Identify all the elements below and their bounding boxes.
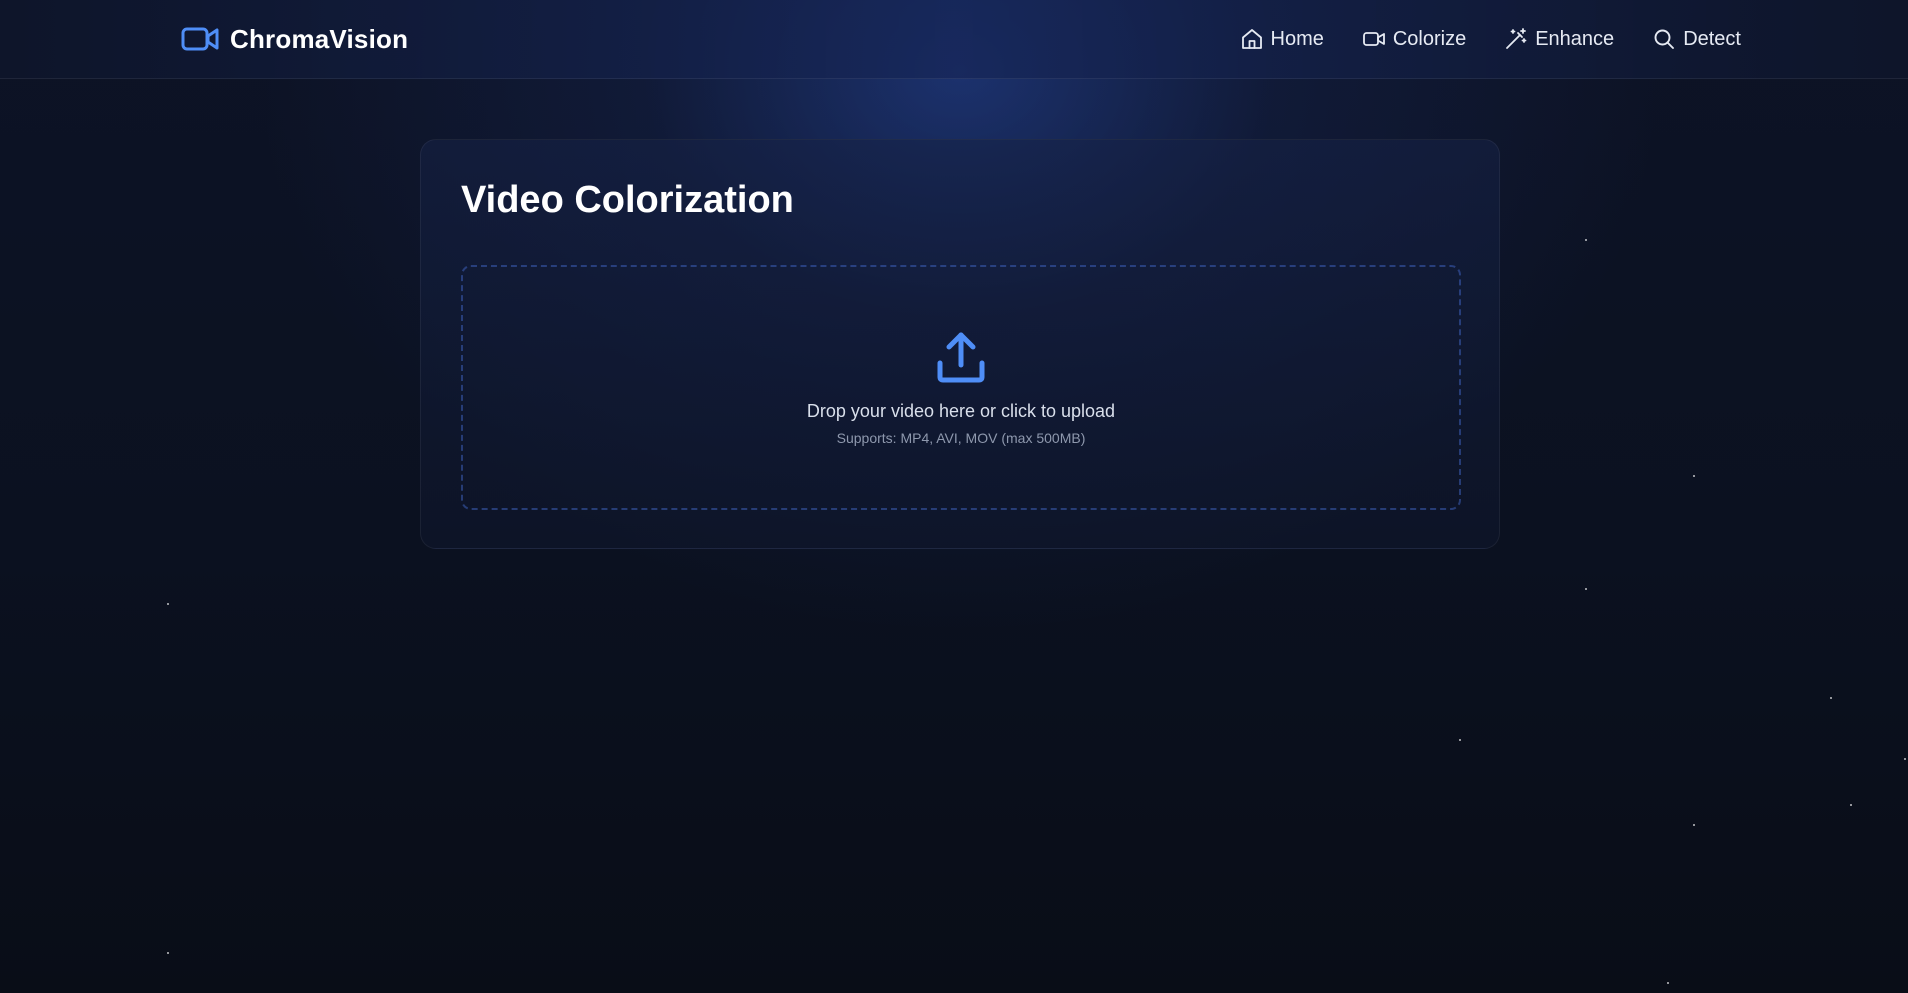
main-nav: Home Colorize Enhance Detect	[1240, 20, 1741, 58]
upload-prompt: Drop your video here or click to upload	[806, 401, 1116, 421]
search-icon	[1652, 27, 1676, 51]
home-icon	[1240, 27, 1264, 51]
video-camera-icon	[1362, 27, 1386, 51]
nav-item-label: Detect	[1683, 27, 1741, 50]
nav-item-label: Colorize	[1392, 27, 1467, 50]
nav-item-home[interactable]: Home	[1240, 27, 1324, 51]
video-upload-dropzone[interactable]: Drop your video here or click to upload …	[461, 265, 1461, 510]
nav-item-label: Enhance	[1535, 27, 1615, 50]
nav-item-detect[interactable]: Detect	[1652, 27, 1741, 51]
magic-wand-icon	[1504, 27, 1528, 51]
brand-name: ChromaVision	[230, 23, 409, 54]
brand-logo[interactable]: ChromaVision	[181, 22, 408, 56]
supported-formats: Supports: MP4, AVI, MOV (max 500MB)	[836, 430, 1086, 446]
upload-icon	[933, 329, 989, 385]
page-title: Video Colorization	[461, 179, 794, 221]
nav-item-enhance[interactable]: Enhance	[1504, 27, 1614, 51]
video-camera-icon	[181, 25, 219, 53]
nav-item-colorize[interactable]: Colorize	[1362, 27, 1466, 51]
nav-item-label: Home	[1270, 27, 1324, 50]
top-navigation-bar: ChromaVision Home Colorize Enhance Detec…	[0, 0, 1908, 79]
colorization-card: Video Colorization Drop your video here …	[420, 139, 1500, 549]
